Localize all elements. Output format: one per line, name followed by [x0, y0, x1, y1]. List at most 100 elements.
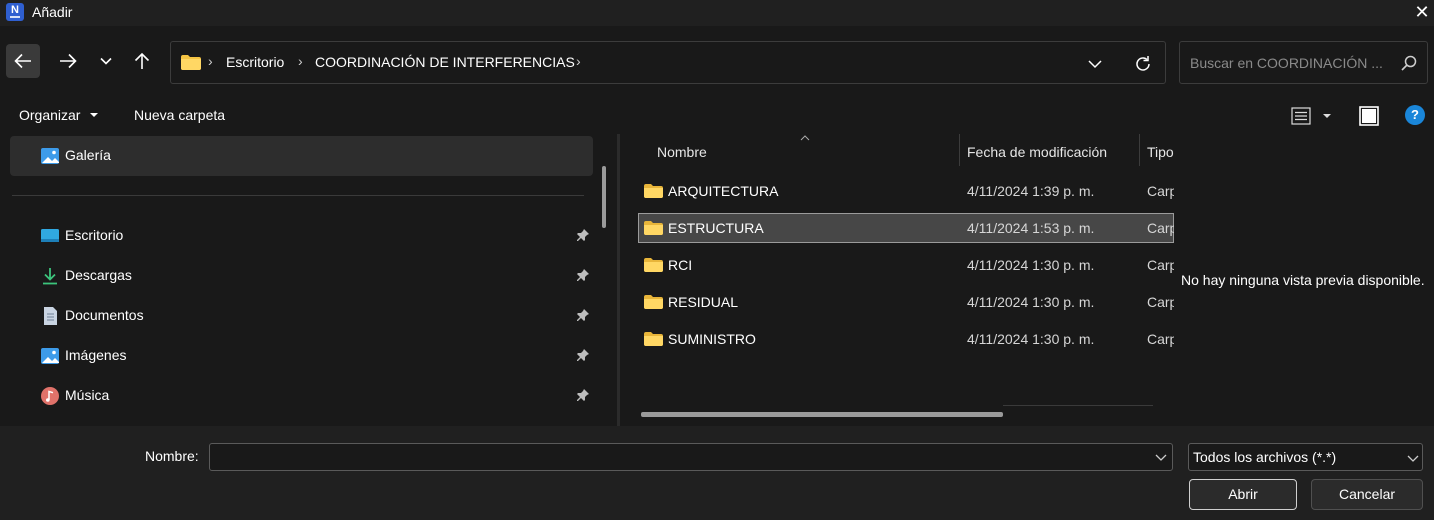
arrow-left-icon: [14, 53, 31, 69]
column-header-name[interactable]: Nombre: [657, 144, 707, 160]
file-name: SUMINISTRO: [668, 331, 756, 347]
horizontal-scrollbar-track[interactable]: [1003, 405, 1153, 406]
column-divider[interactable]: [959, 134, 960, 166]
breadcrumb-separator[interactable]: ›: [298, 53, 303, 69]
pin-icon[interactable]: [576, 268, 590, 282]
file-type-filter-select[interactable]: Todos los archivos (*.*): [1188, 443, 1423, 471]
column-divider[interactable]: [1139, 134, 1140, 166]
preview-pane: No hay ninguna vista previa disponible.: [1174, 134, 1434, 426]
downloads-icon: [43, 268, 57, 285]
arrow-right-icon: [60, 53, 77, 69]
file-name: RCI: [668, 257, 693, 273]
desktop-icon: [41, 229, 59, 242]
file-modified: 4/11/2024 1:53 p. m.: [967, 220, 1095, 236]
sidebar-item-gallery[interactable]: Galería: [10, 136, 593, 176]
column-header-type[interactable]: Tipo: [1147, 144, 1174, 160]
file-row[interactable]: RCI 4/11/2024 1:30 p. m. Carp: [638, 250, 1174, 280]
command-bar: Organizar Nueva carpeta ?: [0, 96, 1434, 134]
recent-locations-button[interactable]: [89, 44, 123, 78]
chevron-down-icon[interactable]: [1087, 56, 1103, 72]
documents-icon: [44, 307, 57, 325]
help-icon[interactable]: ?: [1405, 105, 1425, 125]
music-icon: [41, 387, 59, 405]
filename-input[interactable]: [209, 443, 1173, 471]
file-row-selected[interactable]: ESTRUCTURA 4/11/2024 1:53 p. m. Carp: [638, 213, 1174, 243]
breadcrumb-current-folder[interactable]: COORDINACIÓN DE INTERFERENCIAS: [315, 54, 575, 70]
divider: [12, 195, 584, 196]
window-title: Añadir: [32, 4, 73, 20]
open-button[interactable]: Abrir: [1189, 479, 1297, 510]
file-type-filter-value: Todos los archivos (*.*): [1193, 449, 1337, 465]
file-list: Nombre Fecha de modificación Tipo ARQUIT…: [620, 134, 1174, 426]
pin-icon[interactable]: [576, 388, 590, 402]
forward-button[interactable]: [51, 44, 85, 78]
chevron-down-icon[interactable]: [1155, 452, 1167, 462]
caret-down-icon[interactable]: [90, 113, 98, 117]
sidebar-item-label: Música: [65, 387, 110, 403]
search-input[interactable]: Buscar en COORDINACIÓN ...: [1190, 55, 1383, 71]
sidebar-item-label: Descargas: [65, 267, 132, 283]
file-type: Carp: [1147, 294, 1174, 310]
sidebar-item-label: Galería: [65, 147, 111, 163]
pin-icon[interactable]: [576, 348, 590, 362]
breadcrumb-separator[interactable]: ›: [208, 53, 213, 69]
sidebar-item-documentos[interactable]: Documentos: [10, 296, 593, 336]
file-modified: 4/11/2024 1:30 p. m.: [967, 331, 1095, 347]
sort-ascending-icon: [800, 135, 810, 141]
search-box[interactable]: Buscar en COORDINACIÓN ...: [1179, 41, 1428, 84]
pictures-icon: [41, 348, 59, 364]
sidebar-item-descargas[interactable]: Descargas: [10, 256, 593, 296]
sidebar-item-imagenes[interactable]: Imágenes: [10, 336, 593, 376]
sidebar-item-partial[interactable]: [10, 416, 593, 426]
file-type: Carp: [1147, 257, 1174, 273]
search-icon[interactable]: [1400, 54, 1418, 72]
file-name: ARQUITECTURA: [668, 183, 779, 199]
title-bar: N Añadir ✕: [0, 0, 1434, 26]
folder-icon: [644, 258, 663, 272]
address-bar[interactable]: › Escritorio › COORDINACIÓN DE INTERFERE…: [170, 41, 1166, 84]
new-folder-button[interactable]: Nueva carpeta: [134, 107, 225, 123]
filename-label: Nombre:: [145, 448, 199, 464]
file-modified: 4/11/2024 1:30 p. m.: [967, 294, 1095, 310]
file-row[interactable]: ARQUITECTURA 4/11/2024 1:39 p. m. Carp: [638, 176, 1174, 206]
file-type: Carp: [1147, 220, 1174, 236]
file-row[interactable]: RESIDUAL 4/11/2024 1:30 p. m. Carp: [638, 287, 1174, 317]
gallery-icon: [41, 148, 59, 164]
chevron-down-icon: [1407, 455, 1419, 462]
organize-menu[interactable]: Organizar: [19, 107, 80, 123]
refresh-icon[interactable]: [1133, 54, 1153, 74]
close-button[interactable]: ✕: [1412, 2, 1432, 22]
arrow-up-icon: [134, 52, 150, 69]
pin-icon[interactable]: [576, 228, 590, 242]
folder-icon: [644, 332, 663, 346]
navigation-scrollbar[interactable]: [602, 166, 606, 228]
dialog-footer: Nombre: Todos los archivos (*.*) Abrir C…: [0, 426, 1434, 520]
view-details-icon[interactable]: [1291, 107, 1311, 125]
folder-icon: [644, 184, 663, 198]
pin-icon[interactable]: [576, 308, 590, 322]
up-button[interactable]: [125, 44, 159, 78]
folder-icon: [181, 55, 201, 70]
back-button[interactable]: [6, 44, 40, 78]
file-row[interactable]: SUMINISTRO 4/11/2024 1:30 p. m. Carp: [638, 324, 1174, 354]
file-type: Carp: [1147, 183, 1174, 199]
sidebar-item-label: Imágenes: [65, 347, 127, 363]
folder-icon: [644, 295, 663, 309]
sidebar-item-escritorio[interactable]: Escritorio: [10, 216, 593, 256]
file-type: Carp: [1147, 331, 1174, 347]
breadcrumb-separator[interactable]: ›: [576, 53, 581, 69]
file-modified: 4/11/2024 1:30 p. m.: [967, 257, 1095, 273]
navigation-bar: › Escritorio › COORDINACIÓN DE INTERFERE…: [0, 26, 1434, 96]
preview-message: No hay ninguna vista previa disponible.: [1181, 272, 1425, 288]
breadcrumb-escritorio[interactable]: Escritorio: [226, 54, 284, 70]
column-header-modified[interactable]: Fecha de modificación: [967, 144, 1107, 160]
sidebar-item-musica[interactable]: Música: [10, 376, 593, 416]
chevron-down-icon: [100, 57, 112, 65]
horizontal-scrollbar[interactable]: [641, 412, 1003, 417]
view-options-caret-icon[interactable]: [1323, 114, 1331, 118]
preview-pane-icon[interactable]: [1359, 106, 1379, 126]
cancel-button[interactable]: Cancelar: [1311, 479, 1423, 510]
file-modified: 4/11/2024 1:39 p. m.: [967, 183, 1095, 199]
navigation-pane: Galería Escritorio Descargas Documentos …: [0, 134, 611, 426]
app-icon: N: [6, 3, 24, 21]
